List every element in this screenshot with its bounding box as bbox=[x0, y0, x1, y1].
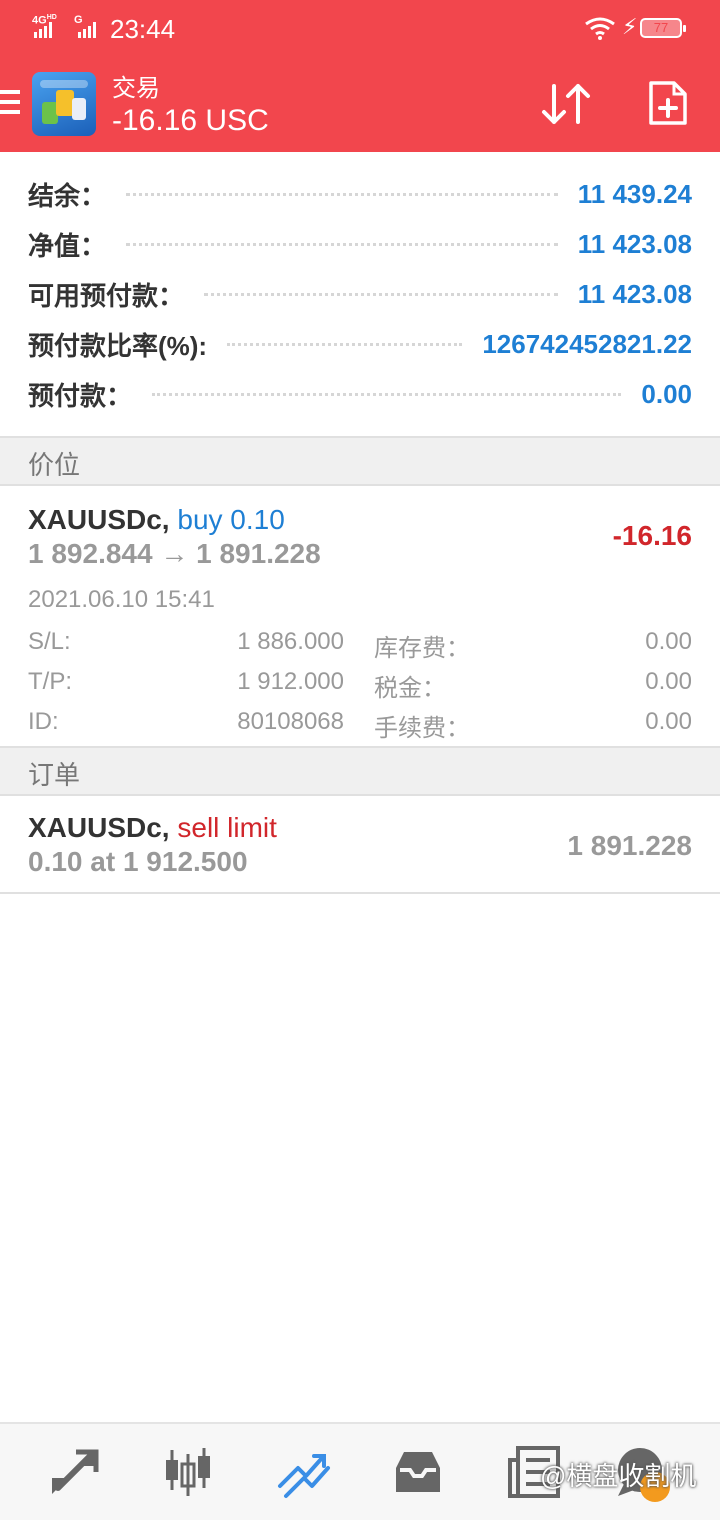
margin-label: 预付款： bbox=[28, 380, 133, 411]
section-title: 价位 bbox=[28, 450, 81, 480]
tax-value: 0.00 bbox=[645, 668, 692, 695]
sl-label: S/L: bbox=[28, 628, 71, 655]
swap-label: 库存费： bbox=[374, 635, 470, 662]
order-current-price: 1 891.228 bbox=[567, 830, 692, 861]
order-volume-price: 0.10 at 1 912.500 bbox=[28, 846, 248, 877]
positions-section-header: 价位 bbox=[0, 436, 720, 486]
id-value: 80108068 bbox=[237, 708, 344, 735]
quotes-icon[interactable] bbox=[46, 1444, 102, 1500]
equity-row: 净值： 11 423.08 bbox=[28, 224, 692, 264]
position-prices: 1 892.844 → 1 891.228 bbox=[28, 538, 321, 569]
equity-label: 净值： bbox=[28, 230, 107, 261]
app-header: 4GHD G 23:44 ⚡ 77 交易 -16.16 USC bbox=[0, 0, 720, 152]
order-symbol: XAUUSDc, sell limit bbox=[28, 812, 277, 843]
battery-icon: 77 bbox=[640, 18, 686, 38]
sl-value: 1 886.000 bbox=[237, 628, 344, 655]
orders-section-header: 订单 bbox=[0, 746, 720, 796]
watermark: @横盘收割机 bbox=[540, 1461, 697, 1491]
position-symbol: XAUUSDc, buy 0.10 bbox=[28, 504, 285, 535]
margin-value: 0.00 bbox=[641, 378, 692, 409]
status-bar: 4GHD G 23:44 ⚡ 77 bbox=[0, 0, 720, 56]
dotted-leader bbox=[204, 292, 558, 296]
balance-value: 11 439.24 bbox=[577, 178, 692, 209]
page-title: 交易 bbox=[112, 75, 160, 102]
free-margin-row: 可用预付款： 11 423.08 bbox=[28, 274, 692, 314]
balance-row: 结余： 11 439.24 bbox=[28, 174, 692, 214]
commission-label: 手续费： bbox=[374, 715, 470, 742]
margin-level-value: 126742452821.22 bbox=[482, 328, 692, 359]
trade-icon[interactable] bbox=[276, 1444, 332, 1500]
commission-value: 0.00 bbox=[645, 708, 692, 735]
dotted-leader bbox=[152, 392, 622, 396]
order-type: sell limit bbox=[177, 812, 277, 843]
signal-icon-2 bbox=[78, 22, 96, 38]
account-summary: 结余： 11 439.24 净值： 11 423.08 可用预付款： 11 42… bbox=[0, 152, 720, 438]
total-profit: -16.16 USC bbox=[112, 104, 269, 137]
charging-icon: ⚡ bbox=[622, 14, 638, 39]
history-icon[interactable] bbox=[390, 1444, 446, 1500]
balance-label: 结余： bbox=[28, 180, 107, 211]
tax-label: 税金： bbox=[374, 675, 446, 702]
dotted-leader bbox=[126, 192, 558, 196]
tp-value: 1 912.000 bbox=[237, 668, 344, 695]
menu-icon[interactable] bbox=[0, 90, 20, 120]
margin-level-label: 预付款比率(%): bbox=[28, 330, 208, 361]
position-item[interactable]: XAUUSDc, buy 0.10 1 892.844 → 1 891.228 … bbox=[0, 488, 720, 748]
free-margin-label: 可用预付款： bbox=[28, 280, 185, 311]
margin-row: 预付款： 0.00 bbox=[28, 374, 692, 414]
chart-icon[interactable] bbox=[160, 1444, 216, 1500]
position-time: 2021.06.10 15:41 bbox=[28, 586, 215, 613]
status-time: 23:44 bbox=[110, 14, 176, 44]
id-label: ID: bbox=[28, 708, 59, 735]
tp-label: T/P: bbox=[28, 668, 73, 695]
margin-level-row: 预付款比率(%): 126742452821.22 bbox=[28, 324, 692, 364]
app-logo bbox=[32, 72, 96, 136]
order-item[interactable]: XAUUSDc, sell limit 0.10 at 1 912.500 1 … bbox=[0, 796, 720, 894]
dotted-leader bbox=[227, 342, 463, 346]
equity-value: 11 423.08 bbox=[577, 228, 692, 259]
signal-icon-1 bbox=[34, 22, 52, 38]
position-profit: -16.16 bbox=[612, 520, 692, 551]
wifi-icon bbox=[585, 17, 615, 40]
swap-value: 0.00 bbox=[645, 628, 692, 655]
dotted-leader bbox=[126, 242, 558, 246]
position-direction: buy 0.10 bbox=[177, 504, 285, 535]
new-order-icon[interactable] bbox=[648, 80, 688, 126]
sort-icon[interactable] bbox=[540, 82, 592, 126]
free-margin-value: 11 423.08 bbox=[577, 278, 692, 309]
section-title: 订单 bbox=[28, 760, 81, 790]
